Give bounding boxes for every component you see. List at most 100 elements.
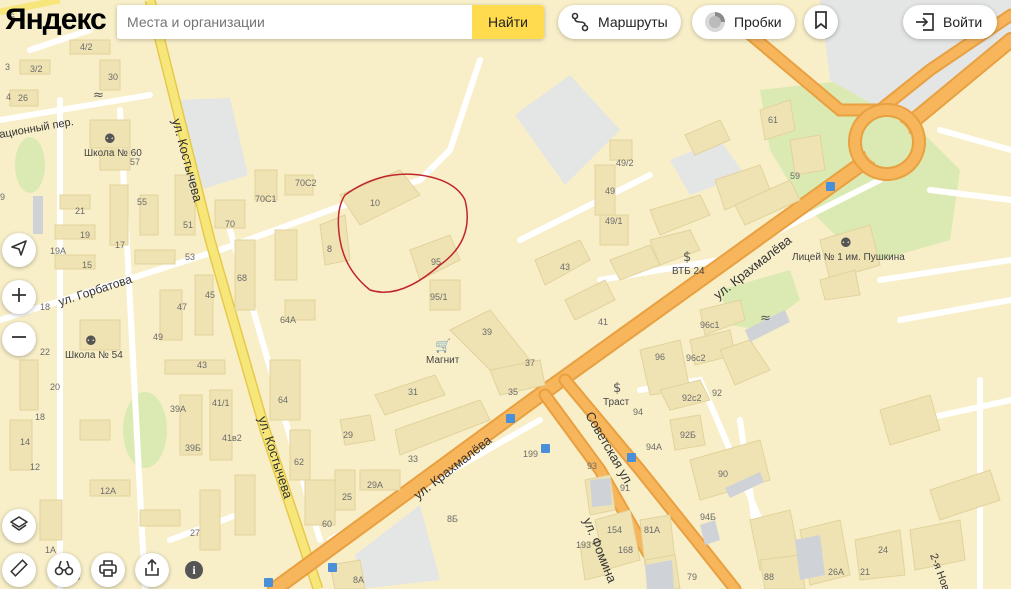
house-number: 79 bbox=[687, 572, 697, 582]
poi-vtb24: ВТБ 24 bbox=[672, 266, 705, 277]
house-number: 57 bbox=[130, 157, 140, 167]
house-number: 39Б bbox=[185, 443, 201, 453]
bus-stop-icon bbox=[264, 578, 273, 587]
print-button[interactable] bbox=[91, 553, 125, 587]
house-number: 47 bbox=[177, 302, 187, 312]
house-number: 26 bbox=[18, 93, 28, 103]
layers-button[interactable] bbox=[2, 509, 36, 543]
search-box: Найти bbox=[117, 5, 544, 39]
house-number: 37 bbox=[525, 358, 535, 368]
school-icon: ⚉ bbox=[104, 132, 116, 147]
swimmer-icon: ≈ bbox=[93, 88, 104, 103]
panorama-button[interactable] bbox=[47, 553, 81, 587]
routes-label: Маршруты bbox=[598, 14, 668, 30]
house-number: 91 bbox=[620, 483, 630, 493]
house-number: 68 bbox=[237, 273, 247, 283]
map-canvas[interactable]: ул. Костычева ул. Костычева ул. Крахмалё… bbox=[0, 0, 1011, 589]
house-number: 59 bbox=[790, 171, 800, 181]
search-button-label: Найти bbox=[488, 14, 528, 30]
ruler-icon bbox=[9, 558, 29, 583]
house-number: 64 bbox=[278, 395, 288, 405]
house-number: 53 bbox=[185, 252, 195, 262]
ruler-button[interactable] bbox=[2, 553, 36, 587]
house-number: 62 bbox=[294, 457, 304, 467]
house-number: 96 bbox=[655, 352, 665, 362]
info-icon: i bbox=[192, 562, 196, 577]
geolocation-button[interactable] bbox=[2, 233, 36, 267]
poi-lyceum-1: Лицей № 1 им. Пушкина bbox=[792, 252, 905, 263]
cart-icon: 🛒 bbox=[435, 338, 451, 354]
house-number: 70С2 bbox=[295, 178, 317, 188]
house-number: 14 bbox=[20, 437, 30, 447]
house-number: 94А bbox=[646, 442, 662, 452]
house-number: 39А bbox=[170, 404, 186, 414]
house-number: 21 bbox=[860, 567, 870, 577]
arrow-icon bbox=[10, 239, 28, 262]
house-number: 49 bbox=[605, 186, 615, 196]
house-number: 70С1 bbox=[255, 194, 277, 204]
house-number: 49/1 bbox=[605, 216, 623, 226]
traffic-label: Пробки bbox=[734, 14, 782, 30]
search-button[interactable]: Найти bbox=[472, 5, 544, 39]
house-number: 168 bbox=[618, 545, 633, 555]
house-number: 22 bbox=[40, 347, 50, 357]
house-number: 4 bbox=[6, 92, 11, 102]
bookmark-icon bbox=[813, 10, 829, 34]
yandex-logo[interactable]: Яндекс bbox=[5, 3, 107, 39]
house-number: 60 bbox=[322, 519, 332, 529]
house-number: 1А bbox=[45, 545, 56, 555]
house-number: 30 bbox=[108, 72, 118, 82]
house-number: 8 bbox=[327, 244, 332, 254]
swimmer-icon: ≈ bbox=[760, 311, 771, 326]
bus-stop-icon bbox=[826, 182, 835, 191]
bookmark-button[interactable] bbox=[804, 5, 838, 39]
house-number: 15 bbox=[82, 260, 92, 270]
house-number: 193 bbox=[576, 540, 591, 550]
poi-school-54: Школа № 54 bbox=[65, 350, 123, 361]
house-number: 90 bbox=[718, 469, 728, 479]
house-number: 20 bbox=[50, 382, 60, 392]
house-number: 55 bbox=[137, 197, 147, 207]
house-number: 39 bbox=[482, 327, 492, 337]
info-button[interactable]: i bbox=[185, 561, 203, 579]
house-number: 8А bbox=[353, 575, 364, 585]
login-button[interactable]: Войти bbox=[903, 5, 997, 39]
house-number: 18 bbox=[40, 302, 50, 312]
printer-icon bbox=[98, 558, 118, 583]
zoom-in-button[interactable] bbox=[2, 280, 36, 314]
traffic-icon bbox=[704, 11, 726, 33]
house-number: 95/1 bbox=[430, 292, 448, 302]
share-button[interactable] bbox=[135, 553, 169, 587]
house-number: 26А bbox=[828, 567, 844, 577]
house-number: 27 bbox=[190, 528, 200, 538]
search-input[interactable] bbox=[117, 5, 462, 39]
house-number: 8Б bbox=[447, 514, 458, 524]
house-number: 154 bbox=[607, 525, 622, 535]
house-number: 12А bbox=[100, 486, 116, 496]
poi-trast: Траст bbox=[603, 397, 630, 408]
school-icon: ⚉ bbox=[840, 236, 852, 251]
house-number: 19 bbox=[80, 230, 90, 240]
house-number: 33 bbox=[408, 454, 418, 464]
binoculars-icon bbox=[54, 558, 74, 583]
house-number: 45 bbox=[205, 290, 215, 300]
house-number: 41 bbox=[598, 317, 608, 327]
house-number: 12 bbox=[30, 462, 40, 472]
house-number: 94 bbox=[633, 407, 643, 417]
house-number: 96с2 bbox=[686, 353, 706, 363]
dollar-icon: $ bbox=[683, 250, 691, 265]
house-number: 41/1 bbox=[212, 398, 230, 408]
house-number: 24 bbox=[878, 545, 888, 555]
house-number: 43 bbox=[560, 262, 570, 272]
house-number: 17 bbox=[115, 240, 125, 250]
routes-button[interactable]: Маршруты bbox=[558, 5, 681, 39]
house-number: 96с1 bbox=[700, 320, 720, 330]
traffic-button[interactable]: Пробки bbox=[692, 5, 795, 39]
house-number: 31 bbox=[408, 387, 418, 397]
house-number: 29 bbox=[343, 430, 353, 440]
roundabout bbox=[848, 103, 926, 181]
house-number: 9 bbox=[0, 192, 5, 202]
house-number: 25 bbox=[342, 492, 352, 502]
house-number: 92 bbox=[712, 388, 722, 398]
zoom-out-button[interactable] bbox=[2, 322, 36, 356]
